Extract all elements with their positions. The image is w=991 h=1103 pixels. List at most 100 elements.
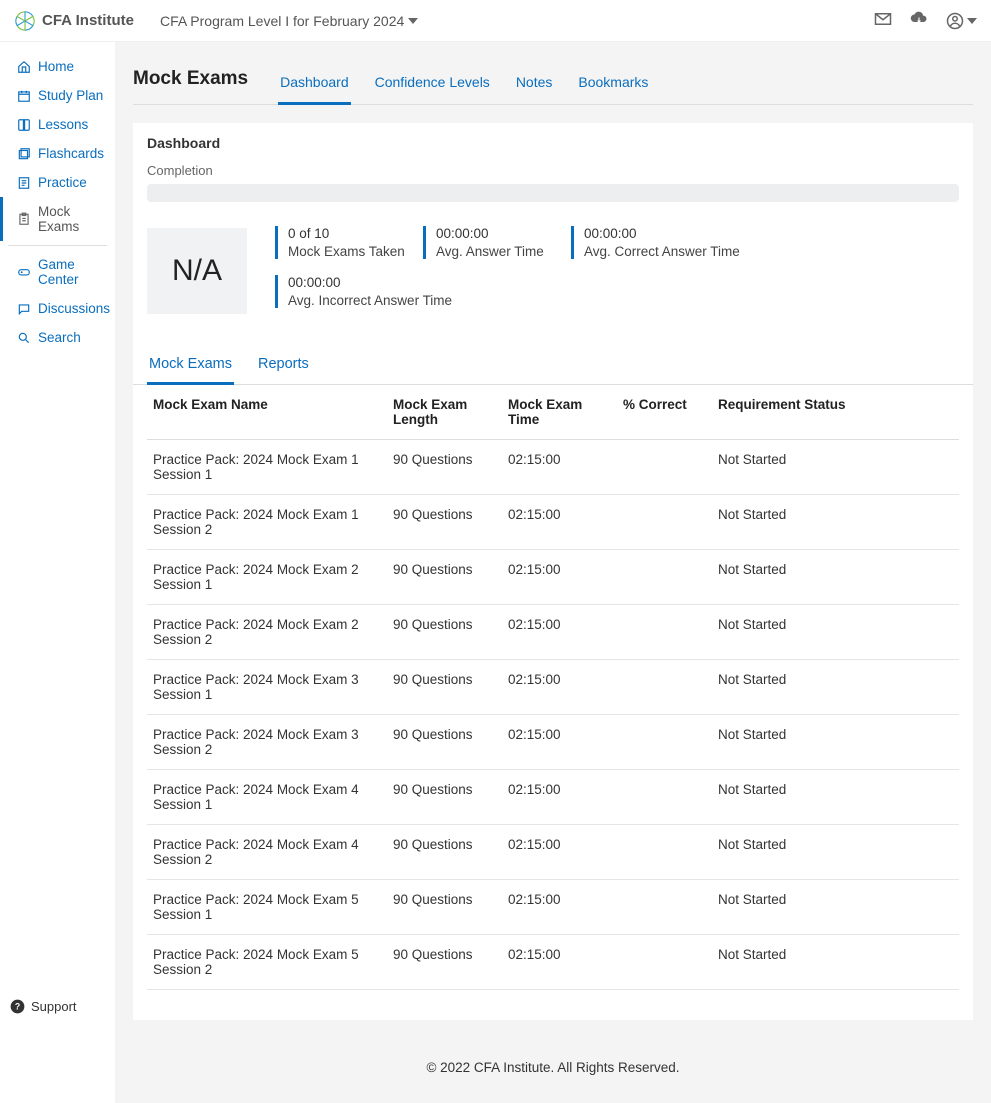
cell-pct [617,440,712,495]
cell-length: 90 Questions [387,935,502,990]
cell-time: 02:15:00 [502,880,617,935]
tab-dashboard[interactable]: Dashboard [278,64,351,105]
cell-length: 90 Questions [387,715,502,770]
search-icon [17,331,31,345]
table-row[interactable]: Practice Pack: 2024 Mock Exam 4 Session … [147,825,959,880]
stat-value: 00:00:00 [584,226,741,241]
table-row[interactable]: Practice Pack: 2024 Mock Exam 1 Session … [147,440,959,495]
cell-pct [617,715,712,770]
cell-status: Not Started [712,550,959,605]
stat-label: Mock Exams Taken [288,244,413,259]
home-icon [17,60,31,74]
dashboard-panel: Dashboard Completion N/A 0 of 10 Mock Ex… [133,123,973,1020]
gamepad-icon [17,265,31,279]
cell-pct [617,495,712,550]
page-header: Mock Exams Dashboard Confidence Levels N… [133,60,973,105]
cell-pct [617,935,712,990]
caret-down-icon [408,18,418,24]
cell-pct [617,660,712,715]
th-status: Requirement Status [712,385,959,440]
support-button[interactable]: ? Support [10,999,77,1014]
mock-exams-table: Mock Exam Name Mock Exam Length Mock Exa… [147,385,959,990]
sidebar: Home Study Plan Lessons Flashcards Pract… [0,42,115,1103]
cell-name: Practice Pack: 2024 Mock Exam 2 Session … [147,550,387,605]
cell-name: Practice Pack: 2024 Mock Exam 5 Session … [147,880,387,935]
sidebar-item-label: Lessons [38,117,88,132]
sidebar-item-label: Home [38,59,74,74]
sub-tab-mock-exams[interactable]: Mock Exams [147,348,234,385]
mail-icon[interactable] [874,10,892,31]
sidebar-item-home[interactable]: Home [0,52,115,81]
sidebar-item-label: Discussions [38,301,110,316]
cell-length: 90 Questions [387,880,502,935]
stat-avg-incorrect-time: 00:00:00 Avg. Incorrect Answer Time [275,275,475,308]
sub-tab-reports[interactable]: Reports [256,348,311,385]
stat-value: 00:00:00 [436,226,561,241]
tab-notes[interactable]: Notes [514,64,555,105]
table-row[interactable]: Practice Pack: 2024 Mock Exam 2 Session … [147,550,959,605]
table-row[interactable]: Practice Pack: 2024 Mock Exam 4 Session … [147,770,959,825]
table-row[interactable]: Practice Pack: 2024 Mock Exam 5 Session … [147,880,959,935]
table-row[interactable]: Practice Pack: 2024 Mock Exam 3 Session … [147,660,959,715]
cell-name: Practice Pack: 2024 Mock Exam 1 Session … [147,440,387,495]
table-row[interactable]: Practice Pack: 2024 Mock Exam 1 Session … [147,495,959,550]
table-row[interactable]: Practice Pack: 2024 Mock Exam 2 Session … [147,605,959,660]
calendar-icon [17,89,31,103]
tab-bookmarks[interactable]: Bookmarks [576,64,650,105]
page-tabs: Dashboard Confidence Levels Notes Bookma… [278,64,650,104]
caret-down-icon [967,18,977,24]
sidebar-item-search[interactable]: Search [0,323,115,352]
cell-status: Not Started [712,440,959,495]
brand-text: CFA Institute [42,12,134,29]
sidebar-item-study-plan[interactable]: Study Plan [0,81,115,110]
cell-status: Not Started [712,880,959,935]
cell-status: Not Started [712,660,959,715]
cloud-download-icon[interactable] [910,10,928,31]
cell-time: 02:15:00 [502,715,617,770]
top-icons [874,10,977,31]
cell-status: Not Started [712,770,959,825]
brand-logo[interactable]: CFA Institute [14,10,134,32]
cards-icon [17,147,31,161]
cell-time: 02:15:00 [502,770,617,825]
cell-pct [617,770,712,825]
th-time: Mock Exam Time [502,385,617,440]
sidebar-item-discussions[interactable]: Discussions [0,294,115,323]
sidebar-item-game-center[interactable]: Game Center [0,250,115,294]
stat-label: Avg. Correct Answer Time [584,244,741,259]
cell-status: Not Started [712,715,959,770]
cell-time: 02:15:00 [502,935,617,990]
stat-exams-taken: 0 of 10 Mock Exams Taken [275,226,423,259]
cell-time: 02:15:00 [502,825,617,880]
sidebar-item-label: Mock Exams [38,204,105,234]
stat-label: Avg. Answer Time [436,244,561,259]
stat-value: 0 of 10 [288,226,413,241]
footer-copyright: © 2022 CFA Institute. All Rights Reserve… [133,1020,973,1085]
program-label: CFA Program Level I for February 2024 [160,13,404,29]
th-pct: % Correct [617,385,712,440]
cell-time: 02:15:00 [502,605,617,660]
completion-label: Completion [147,163,959,178]
sidebar-item-practice[interactable]: Practice [0,168,115,197]
sidebar-item-label: Search [38,330,81,345]
table-row[interactable]: Practice Pack: 2024 Mock Exam 3 Session … [147,715,959,770]
th-name: Mock Exam Name [147,385,387,440]
cell-length: 90 Questions [387,605,502,660]
page-title: Mock Exams [133,60,248,104]
cell-length: 90 Questions [387,770,502,825]
help-icon: ? [10,999,25,1014]
sidebar-item-label: Flashcards [38,146,104,161]
stat-avg-answer-time: 00:00:00 Avg. Answer Time [423,226,571,259]
sidebar-item-mock-exams[interactable]: Mock Exams [0,197,115,241]
tab-confidence-levels[interactable]: Confidence Levels [373,64,492,105]
cell-length: 90 Questions [387,825,502,880]
sidebar-item-lessons[interactable]: Lessons [0,110,115,139]
user-menu-icon[interactable] [946,12,977,30]
sidebar-item-flashcards[interactable]: Flashcards [0,139,115,168]
cell-status: Not Started [712,935,959,990]
program-selector[interactable]: CFA Program Level I for February 2024 [160,13,418,29]
cell-pct [617,825,712,880]
topbar: CFA Institute CFA Program Level I for Fe… [0,0,991,42]
cell-status: Not Started [712,495,959,550]
table-row[interactable]: Practice Pack: 2024 Mock Exam 5 Session … [147,935,959,990]
